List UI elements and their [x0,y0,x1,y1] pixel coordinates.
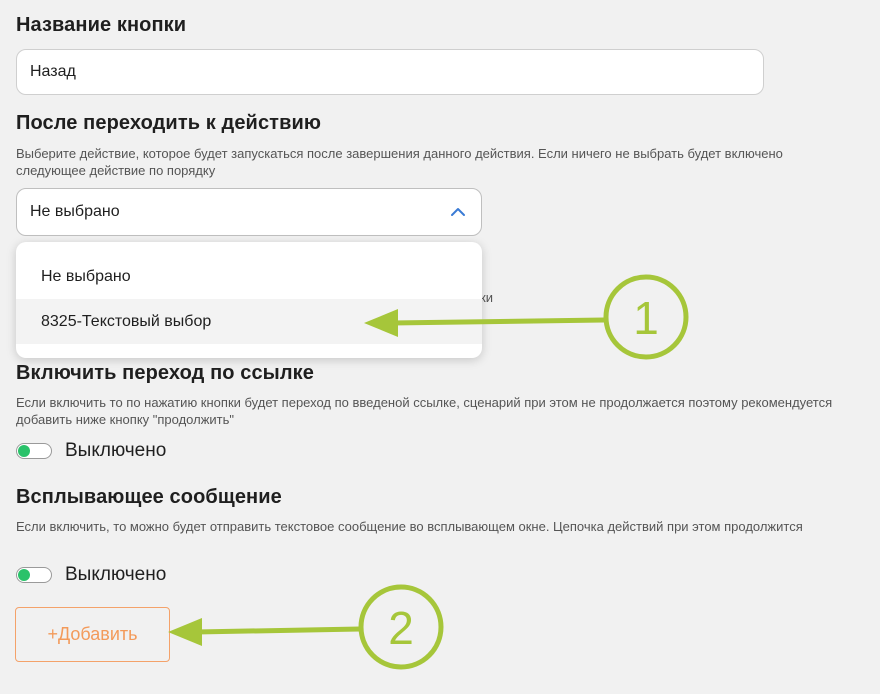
next-action-title: После переходить к действию [16,112,322,134]
popup-message-toggle[interactable] [16,567,52,583]
popup-message-toggle-row: Выключено [16,564,166,586]
annotation-1-circle [603,274,689,360]
annotation-2-arrow-line [193,626,363,635]
annotation-2: 2 [168,584,444,670]
link-transition-title: Включить переход по ссылке [16,362,315,384]
button-name-title: Название кнопки [16,14,187,36]
annotation-2-circle [358,584,444,670]
chevron-up-icon [449,203,467,221]
popup-message-toggle-label: Выключено [65,564,167,585]
popup-message-description: Если включить, то можно будет отправить … [16,519,803,534]
dropdown-option-not-selected[interactable]: Не выбрано [16,254,482,299]
popup-message-title: Всплывающее сообщение [16,486,282,508]
next-action-selected-value: Не выбрано [30,203,120,220]
link-transition-toggle-row: Выключено [16,440,166,462]
annotation-2-label: 2 [388,602,414,654]
toggle-knob [18,569,30,581]
next-action-select[interactable]: Не выбрано [16,188,482,236]
link-transition-description: Если включить то по нажатию кнопки будет… [16,395,833,427]
annotation-1-label: 1 [633,292,659,344]
next-action-dropdown-menu: Не выбрано 8325-Текстовый выбор [16,242,482,358]
settings-panel: Название кнопки После переходить к дейст… [0,0,880,694]
toggle-knob [18,445,30,457]
link-transition-toggle-label: Выключено [65,440,167,461]
dropdown-option-8325-text-choice[interactable]: 8325-Текстовый выбор [16,299,482,344]
annotation-2-arrowhead [168,618,202,646]
next-action-description: Выберите действие, которое будет запуска… [16,146,783,178]
link-transition-toggle[interactable] [16,443,52,459]
button-name-input[interactable] [16,49,764,95]
add-button[interactable]: +Добавить [15,607,170,662]
